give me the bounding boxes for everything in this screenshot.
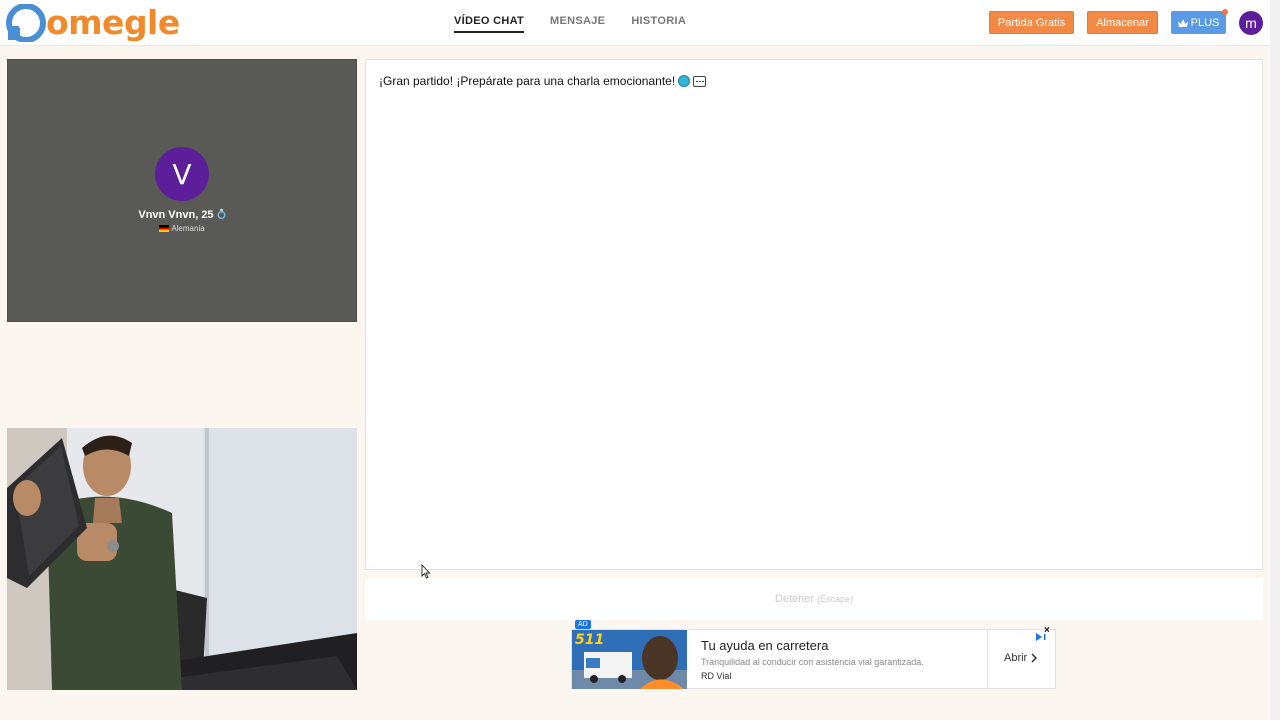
chevron-right-icon <box>1031 653 1038 663</box>
tab-history[interactable]: HISTORIA <box>631 15 686 33</box>
germany-flag-icon <box>159 225 170 232</box>
ad-description: Tranquilidad al conducir con asistencia … <box>701 657 924 667</box>
mouse-cursor-icon <box>421 564 431 579</box>
tab-message[interactable]: MENSAJE <box>550 15 605 33</box>
user-avatar[interactable]: m <box>1239 11 1263 35</box>
header-divider <box>1024 44 1056 47</box>
speech-bubble-icon <box>693 75 707 87</box>
ad-close-icon[interactable]: × <box>1044 625 1050 636</box>
ad-title[interactable]: Tu ayuda en carretera <box>701 638 828 653</box>
stop-label: Detener <box>774 593 815 605</box>
chat-panel[interactable]: ¡Gran partido! ¡Prepárate para una charl… <box>365 59 1263 570</box>
remote-country: Alemania <box>8 224 356 233</box>
remote-country-text: Alemania <box>171 224 205 233</box>
globe-emoji-icon <box>678 75 691 87</box>
ad-divider <box>987 630 988 689</box>
logo-text: omegle <box>46 3 180 42</box>
ad-open-button[interactable]: Abrir <box>1004 652 1038 664</box>
local-camera-feed <box>7 428 357 690</box>
ad-open-label: Abrir <box>1004 652 1028 664</box>
remote-name: Vnvn Vnvn, 25 <box>8 208 356 221</box>
system-message-text: ¡Gran partido! ¡Prepárate para una charl… <box>379 74 676 88</box>
stop-hint: (Escape) <box>817 594 854 604</box>
omegle-logo-icon <box>6 4 46 42</box>
ad-banner-number: 511 <box>575 632 605 648</box>
plus-label: PLUS <box>1190 16 1220 29</box>
main-nav: VÍDEO CHAT MENSAJE HISTORIA <box>454 15 686 33</box>
plus-button[interactable]: PLUS <box>1171 11 1226 34</box>
ad-brand: RD Vial <box>701 671 732 681</box>
crown-icon <box>1177 19 1188 27</box>
stop-button[interactable]: Detener (Escape) <box>365 578 1263 620</box>
local-video <box>7 428 357 690</box>
tab-video-chat[interactable]: VÍDEO CHAT <box>454 15 525 33</box>
omegle-logo[interactable]: omegle <box>6 4 180 42</box>
system-message: ¡Gran partido! ¡Prepárate para una charl… <box>379 74 707 88</box>
ring-icon <box>217 208 226 219</box>
ad-image[interactable]: 511 <box>572 630 687 689</box>
ad-banner[interactable]: AD 511 Tu ayuda en carretera Tranquilida… <box>571 620 1056 689</box>
notification-dot <box>1222 9 1228 15</box>
store-button[interactable]: Almacenar <box>1087 11 1158 34</box>
ad-badge: AD <box>575 620 591 629</box>
remote-name-text: Vnvn Vnvn, 25 <box>138 209 214 221</box>
remote-video: V Vnvn Vnvn, 25 Alemania <box>7 59 357 322</box>
free-match-button[interactable]: Partida Gratis <box>989 11 1074 34</box>
scrollbar[interactable] <box>1270 0 1280 720</box>
remote-avatar: V <box>155 147 209 201</box>
top-header: omegle VÍDEO CHAT MENSAJE HISTORIA Parti… <box>0 0 1270 47</box>
